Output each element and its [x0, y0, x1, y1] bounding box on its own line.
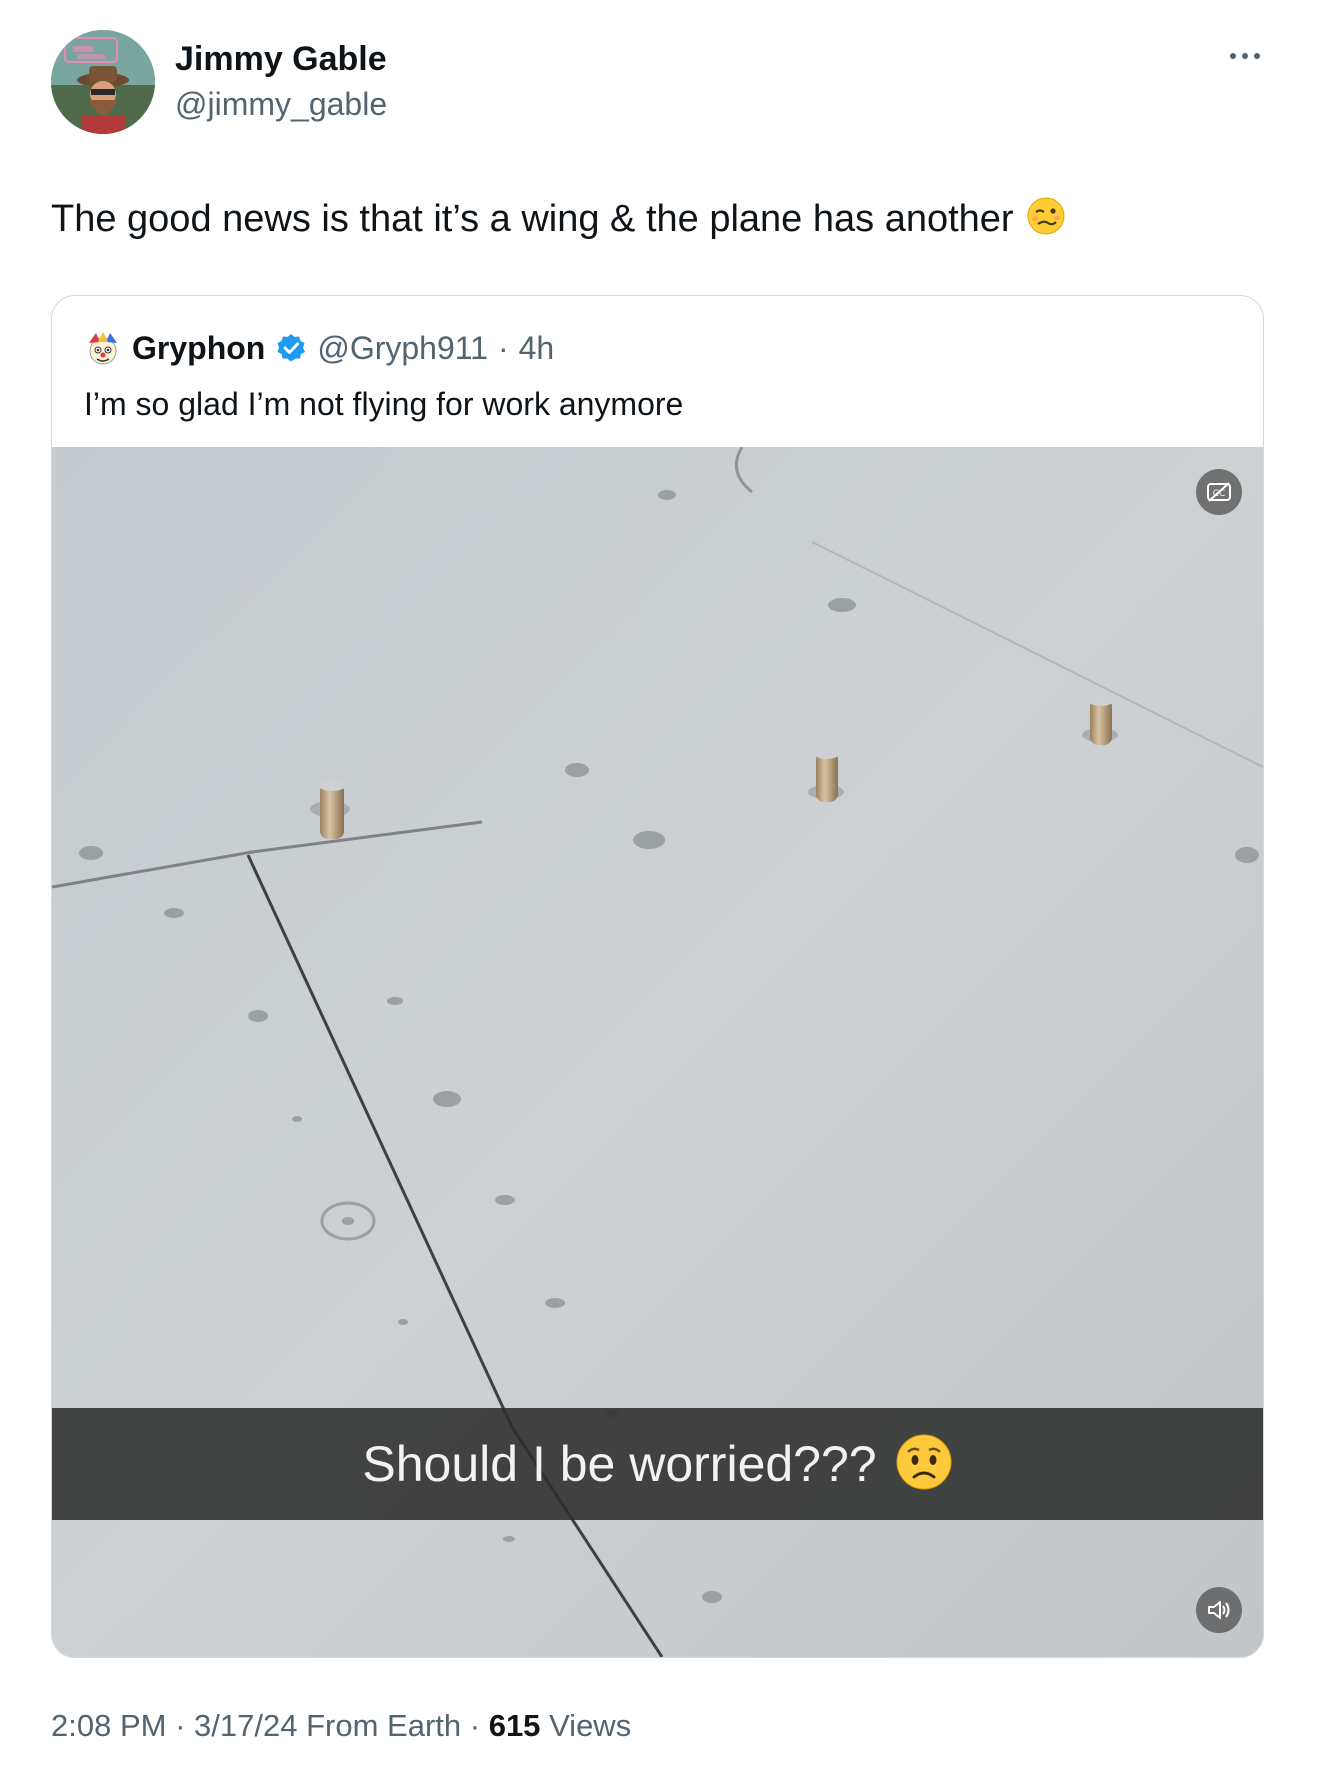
woozy-face-emoji-icon	[1026, 196, 1066, 246]
tweet-text: The good news is that it’s a wing & the …	[51, 198, 1014, 241]
author-handle[interactable]: @jimmy_gable	[175, 86, 387, 123]
author-avatar[interactable]	[51, 30, 155, 134]
meta-separator: ·	[175, 1708, 186, 1743]
verified-badge-icon	[275, 332, 307, 364]
header-separator: ·	[497, 329, 509, 366]
meta-separator: ·	[469, 1708, 481, 1743]
quoted-tweet-text: I’m so glad I’m not flying for work anym…	[84, 386, 684, 422]
quoted-tweet-header: Gryphon @Gryph911 · 4h	[84, 328, 554, 368]
quoted-video-player[interactable]: CC Should I be worried???	[52, 447, 1263, 1657]
tweet-source: From Earth	[306, 1708, 462, 1743]
quoted-author-handle[interactable]: @Gryph911	[317, 330, 488, 367]
captions-off-icon[interactable]: CC	[1196, 469, 1242, 515]
tweet-time[interactable]: 2:08 PM	[51, 1708, 166, 1743]
tweet-date[interactable]: 3/17/24	[194, 1708, 297, 1743]
author-display-name[interactable]: Jimmy Gable	[175, 40, 387, 79]
tweet-meta: 2:08 PM · 3/17/24 From Earth · 615 Views	[51, 1708, 631, 1744]
quoted-tweet-card[interactable]: Gryphon @Gryph911 · 4h I’m so glad I’m n…	[51, 295, 1264, 1658]
svg-text:CC: CC	[1213, 489, 1226, 499]
quoted-author-display-name[interactable]: Gryphon	[132, 330, 265, 367]
quoted-author-avatar[interactable]	[84, 329, 122, 367]
views-count: 615	[488, 1708, 541, 1743]
video-caption-text: Should I be worried???	[362, 1436, 877, 1492]
volume-icon[interactable]	[1196, 1587, 1242, 1633]
video-caption-bar: Should I be worried???	[52, 1408, 1263, 1520]
tweet-text-row: The good news is that it’s a wing & the …	[51, 196, 1066, 246]
worried-face-emoji-icon	[895, 1433, 953, 1496]
more-options-icon[interactable]	[1228, 46, 1262, 66]
views-label: Views	[549, 1708, 632, 1743]
quoted-tweet-age[interactable]: 4h	[519, 330, 555, 367]
